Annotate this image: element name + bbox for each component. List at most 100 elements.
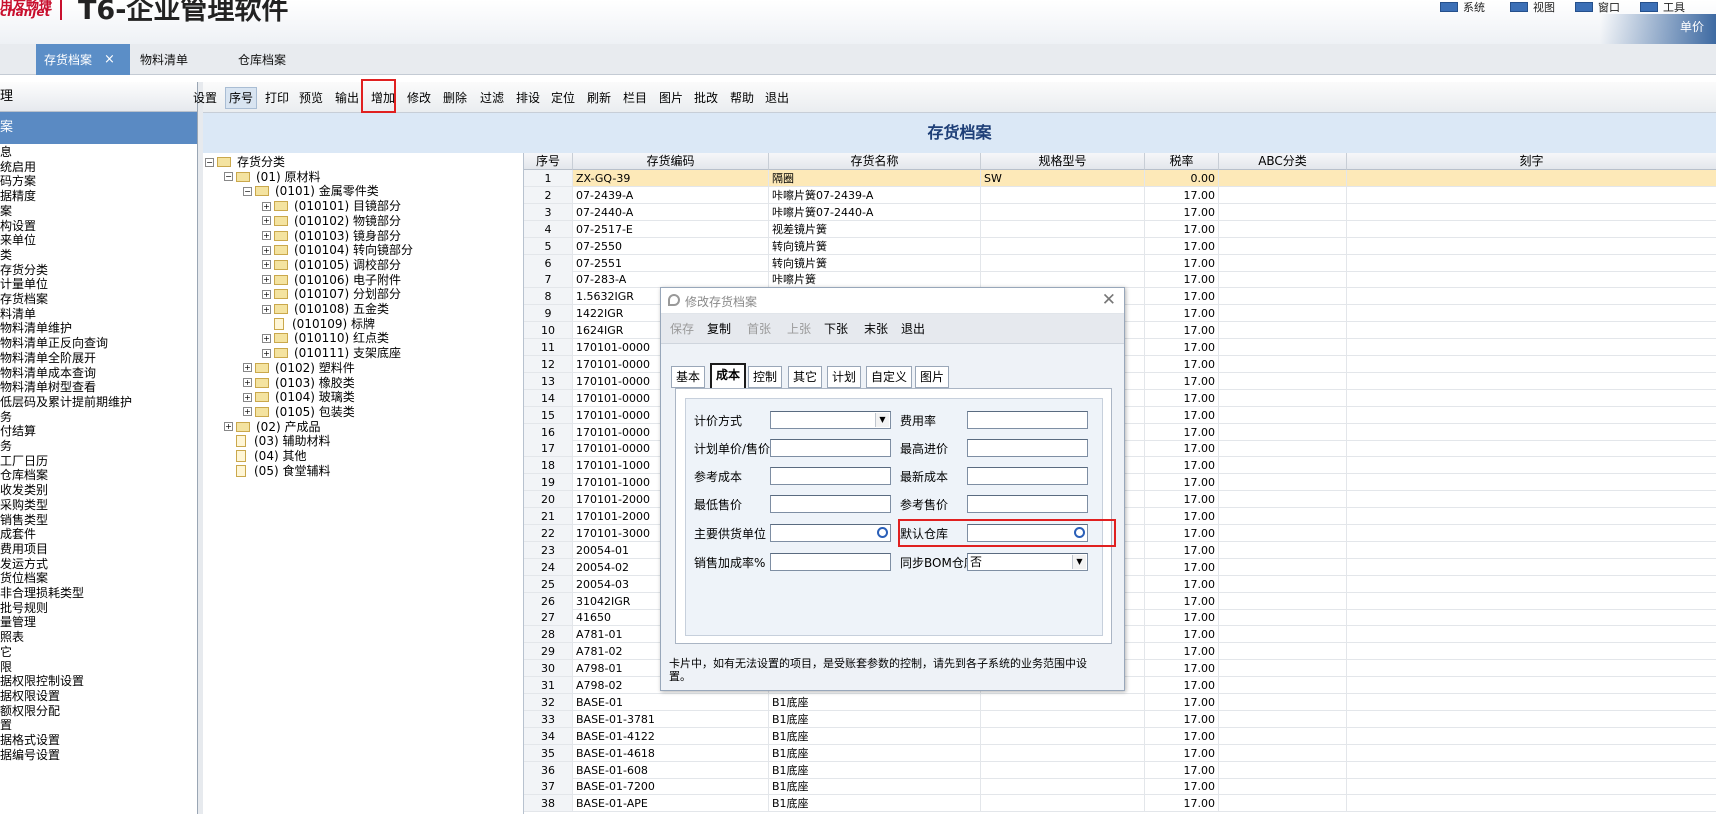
menu-tools[interactable]: 工具: [1640, 0, 1685, 14]
toolbar-button-3[interactable]: 预览: [296, 87, 326, 109]
tree-node[interactable]: + (010102) 物镜部分: [262, 213, 401, 229]
grid-cell[interactable]: SW: [981, 170, 1145, 187]
grid-cell[interactable]: [981, 727, 1145, 745]
toolbar-button-16[interactable]: 退出: [762, 87, 792, 109]
nav-item[interactable]: 案: [0, 203, 12, 219]
grid-cell[interactable]: [1219, 660, 1347, 678]
nav-item[interactable]: 物料清单正反向查询: [0, 335, 108, 351]
nav-item[interactable]: 成套件: [0, 526, 36, 542]
dialog-toolbar-button-4[interactable]: 下张: [824, 320, 848, 337]
tree-node[interactable]: + (010110) 红点类: [262, 330, 389, 346]
nav-item[interactable]: 物料清单成本查询: [0, 365, 96, 381]
nav-item[interactable]: 低层码及累计提前期维护: [0, 394, 132, 410]
nav-item[interactable]: 货位档案: [0, 570, 48, 586]
grid-cell[interactable]: [1219, 474, 1347, 492]
grid-cell[interactable]: 17.00: [1145, 508, 1219, 525]
grid-cell[interactable]: B1底座: [769, 710, 981, 728]
grid-cell[interactable]: 17.00: [1145, 710, 1219, 728]
grid-cell[interactable]: 07-2551: [573, 254, 769, 272]
table-row[interactable]: 7 07-283-A 咔嚓片簧 17.00: [524, 271, 1716, 289]
grid-cell[interactable]: [1347, 474, 1716, 492]
nav-item[interactable]: 计量单位: [0, 276, 48, 292]
grid-cell[interactable]: BASE-01: [573, 693, 769, 711]
grid-cell[interactable]: [1347, 542, 1716, 559]
grid-cell[interactable]: 咔嚓片簧07-2439-A: [769, 186, 981, 204]
nav-item[interactable]: 据编号设置: [0, 747, 60, 763]
table-row[interactable]: 2 07-2439-A 咔嚓片簧07-2439-A 17.00: [524, 186, 1716, 204]
grid-cell[interactable]: [1219, 389, 1347, 407]
nav-item[interactable]: 物料清单树型查看: [0, 379, 96, 395]
nav-item[interactable]: 物料清单维护: [0, 320, 72, 336]
grid-cell[interactable]: 17.00: [1145, 203, 1219, 221]
grid-cell[interactable]: 33: [524, 710, 573, 728]
grid-cell[interactable]: B1底座: [769, 761, 981, 779]
grid-cell[interactable]: [1347, 238, 1716, 255]
toolbar-button-2[interactable]: 打印: [262, 87, 292, 109]
tree-node[interactable]: + (010101) 目镜部分: [262, 198, 401, 214]
grid-cell[interactable]: [1347, 762, 1716, 779]
grid-cell[interactable]: 17.00: [1145, 693, 1219, 711]
grid-cell[interactable]: [1347, 609, 1716, 627]
dialog-toolbar-button-5[interactable]: 末张: [864, 320, 888, 337]
expand-toggle-icon[interactable]: +: [262, 245, 271, 255]
table-row[interactable]: 5 07-2550 转向镜片簧 17.00: [524, 237, 1716, 255]
right-field-input-3[interactable]: [967, 495, 1088, 513]
grid-cell[interactable]: 17.00: [1145, 355, 1219, 373]
grid-cell[interactable]: 38: [524, 795, 573, 813]
grid-cell[interactable]: 17.00: [1145, 491, 1219, 509]
dropdown-arrow-icon[interactable]: ▼: [1072, 555, 1086, 569]
grid-cell[interactable]: 12: [524, 355, 573, 373]
table-row[interactable]: 32 BASE-01 B1底座 17.00: [524, 693, 1716, 711]
grid-cell[interactable]: 1: [524, 170, 573, 187]
grid-cell[interactable]: [1219, 609, 1347, 627]
grid-cell[interactable]: [1219, 322, 1347, 340]
expand-toggle-icon[interactable]: −: [243, 186, 252, 196]
search-icon[interactable]: [877, 527, 888, 538]
toolbar-button-9[interactable]: 排设: [513, 87, 543, 109]
grid-header-cell[interactable]: 存货编码: [573, 153, 769, 170]
grid-cell[interactable]: 17.00: [1145, 474, 1219, 492]
grid-cell[interactable]: 17.00: [1145, 541, 1219, 559]
grid-cell[interactable]: BASE-01-608: [573, 761, 769, 779]
tree-node[interactable]: (05) 食堂辅料: [224, 463, 330, 479]
grid-cell[interactable]: [1347, 576, 1716, 593]
grid-cell[interactable]: 17: [524, 440, 573, 458]
toolbar-button-8[interactable]: 过滤: [477, 87, 507, 109]
grid-cell[interactable]: [1347, 424, 1716, 441]
expand-toggle-icon[interactable]: −: [224, 172, 233, 182]
left-field-input-5[interactable]: [770, 553, 891, 571]
grid-cell[interactable]: [1219, 795, 1347, 813]
grid-header-cell[interactable]: 刻字: [1347, 153, 1716, 170]
nav-item[interactable]: 工厂日历: [0, 453, 48, 469]
grid-cell[interactable]: B1底座: [769, 795, 981, 813]
grid-cell[interactable]: 26: [524, 592, 573, 610]
grid-cell[interactable]: [1347, 626, 1716, 644]
dialog-tab-4[interactable]: 计划: [827, 366, 862, 388]
tab-warehouse[interactable]: 仓库档案: [230, 44, 320, 75]
expand-toggle-icon[interactable]: +: [243, 407, 252, 417]
toolbar-button-6[interactable]: 修改: [404, 87, 434, 109]
tree-node[interactable]: (010109) 标牌: [262, 316, 375, 332]
tree-node[interactable]: − (0101) 金属零件类: [243, 183, 379, 199]
grid-cell[interactable]: [1219, 372, 1347, 390]
nav-section[interactable]: 案: [0, 112, 197, 144]
grid-cell[interactable]: 17.00: [1145, 237, 1219, 255]
grid-cell[interactable]: 07-2550: [573, 237, 769, 255]
nav-item[interactable]: 据精度: [0, 188, 36, 204]
grid-cell[interactable]: 转向镜片簧: [769, 237, 981, 255]
grid-cell[interactable]: 4: [524, 220, 573, 238]
tree-node[interactable]: − (01) 原材料: [224, 169, 320, 185]
tree-node[interactable]: + (0102) 塑料件: [243, 360, 355, 376]
nav-item[interactable]: 非合理损耗类型: [0, 585, 84, 601]
nav-item[interactable]: 存货分类: [0, 262, 48, 278]
grid-cell[interactable]: 31: [524, 677, 573, 694]
grid-cell[interactable]: 7: [524, 271, 573, 289]
grid-cell[interactable]: [1347, 694, 1716, 711]
grid-cell[interactable]: 17.00: [1145, 727, 1219, 745]
dialog-tab-1[interactable]: 成本: [710, 363, 747, 388]
grid-cell[interactable]: [1347, 728, 1716, 745]
nav-item[interactable]: 批号规则: [0, 600, 48, 616]
tree-node[interactable]: + (010104) 转向镜部分: [262, 242, 413, 258]
grid-cell[interactable]: [981, 237, 1145, 255]
tree-node[interactable]: + (0104) 玻璃类: [243, 389, 355, 405]
